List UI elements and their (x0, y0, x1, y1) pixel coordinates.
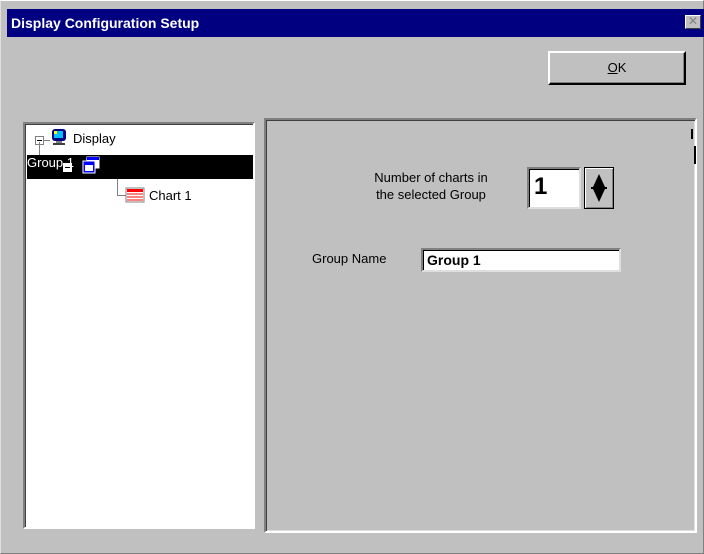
window-group-icon (82, 156, 100, 174)
collapse-group-icon[interactable] (63, 163, 72, 172)
ok-label-rest: K (617, 60, 627, 75)
tree-item-chart-1[interactable]: Chart 1 (125, 185, 245, 207)
panel-edge-mark (691, 129, 693, 139)
num-charts-label-line1: Number of charts in (374, 170, 488, 185)
dialog-window: Display Configuration Setup ✕ OK Display (0, 0, 704, 554)
spin-up-arrow-icon[interactable] (593, 174, 605, 187)
monitor-icon (52, 129, 66, 145)
tree-connector (117, 179, 118, 195)
num-charts-field[interactable]: 1 (527, 167, 581, 209)
num-charts-label: Number of charts in the selected Group (361, 169, 501, 203)
tree-label-chart-1: Chart 1 (149, 188, 192, 203)
spin-down-arrow-icon[interactable] (593, 189, 605, 202)
window-title: Display Configuration Setup (11, 15, 200, 31)
tree-item-group-1[interactable]: Group 1 (27, 155, 253, 179)
ok-mnemonic: O (607, 60, 618, 75)
ok-button[interactable]: OK (548, 51, 686, 85)
group-name-label: Group Name (312, 251, 387, 266)
tree-label-display: Display (73, 131, 116, 146)
config-tree[interactable]: Display Group 1 Chart 1 (23, 122, 255, 529)
num-charts-label-line2: the selected Group (376, 187, 486, 202)
close-button[interactable]: ✕ (685, 15, 701, 29)
num-charts-spinner[interactable] (584, 167, 614, 209)
title-bar[interactable]: Display Configuration Setup ✕ (7, 9, 704, 37)
group-name-field[interactable]: Group 1 (421, 248, 621, 272)
panel-edge-mark (694, 146, 696, 164)
tree-item-display[interactable]: Display (33, 128, 233, 150)
chart-icon (125, 187, 145, 203)
